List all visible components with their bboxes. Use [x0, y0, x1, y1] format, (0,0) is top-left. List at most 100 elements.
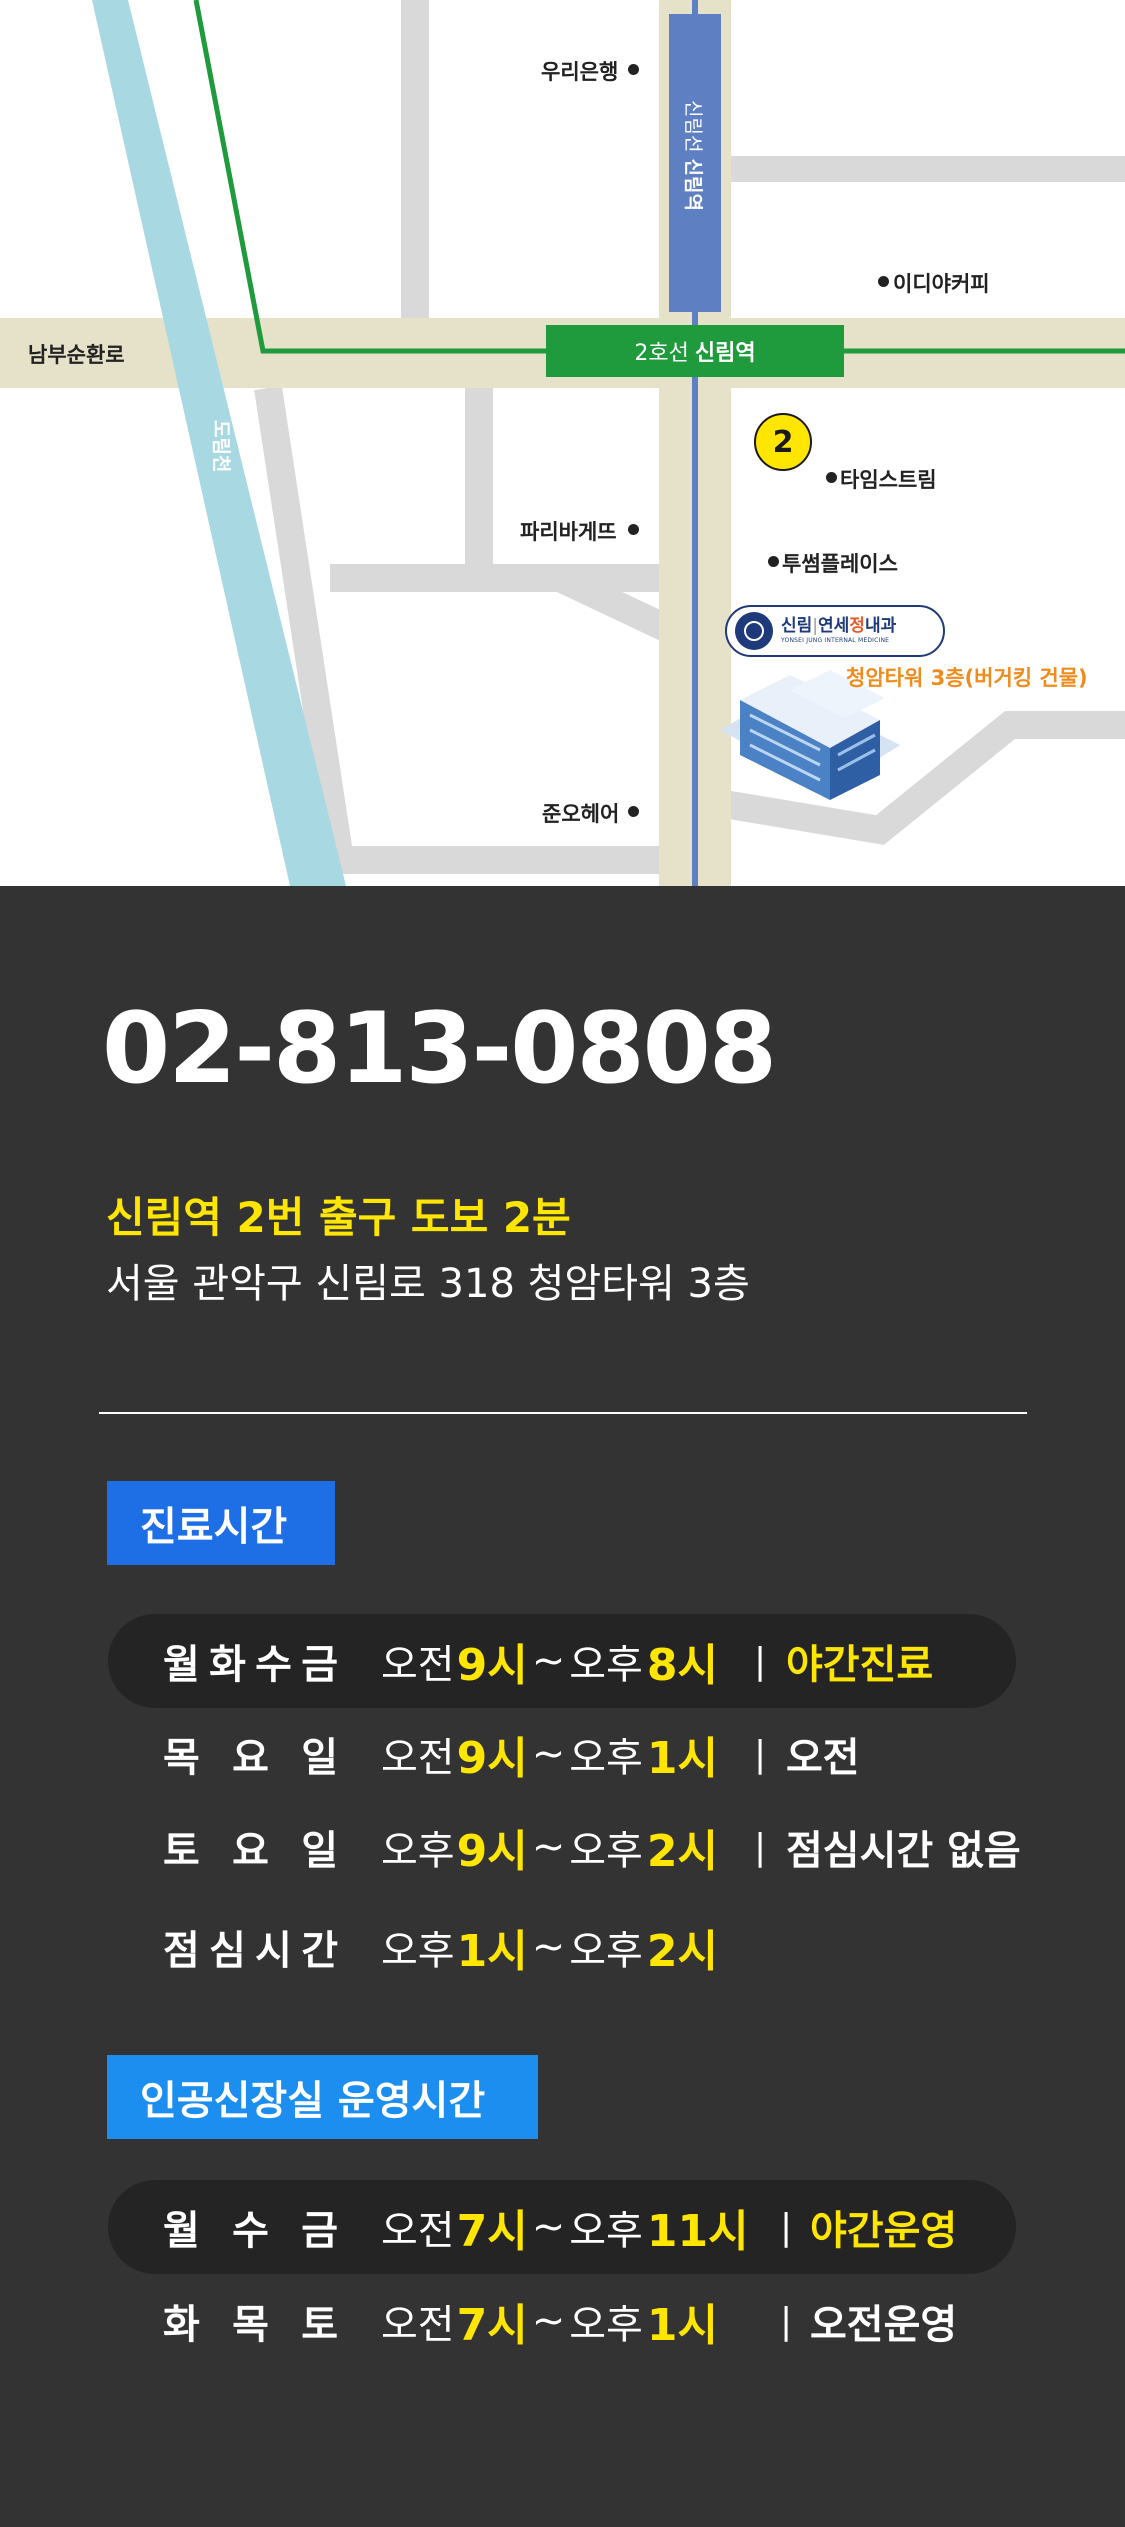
road-label-nambu: 남부순환로 [28, 343, 125, 367]
clinic-floor-label: 청암타워 3층(버거킹 건물) [846, 666, 1088, 690]
divider [99, 1412, 1027, 1414]
time-start-period: 오전 [381, 1735, 455, 1781]
landmark-dot [826, 472, 837, 483]
clinic-name-part1: 신림 [781, 616, 813, 636]
schedule-day-char: 화 [163, 2302, 200, 2348]
schedule-row: 목 요 일 오전 9시 ~ 오후 1시 | 오전 [108, 1707, 1016, 1801]
schedule-day-char: 심 [209, 1928, 246, 1974]
time-start-hour: 1시 [456, 1926, 528, 1977]
time-end-hour: 11시 [646, 2206, 749, 2257]
map-roads [0, 0, 1125, 886]
schedule-day-char: 목 [163, 1735, 200, 1781]
schedule-day-char: 요 [232, 1828, 269, 1874]
time-start-hour: 9시 [456, 1733, 528, 1784]
time-end-hour: 1시 [646, 1733, 718, 1784]
schedule-day-char: 월 [163, 2208, 200, 2254]
schedule-time: 오전 9시 ~ 오후 1시 [381, 1707, 718, 1801]
clinic-emblem-icon [735, 612, 773, 650]
schedule-day-char: 수 [232, 2208, 269, 2254]
time-start-hour: 9시 [456, 1826, 528, 1877]
phone-number[interactable]: 02-813-0808 [102, 1000, 777, 1098]
landmark-time-stream: 타임스트림 [840, 468, 937, 492]
schedule-day-char: 요 [232, 1735, 269, 1781]
clinic-name-part2b: 정 [849, 616, 865, 636]
schedule-day-char: 점 [163, 1928, 200, 1974]
landmark-juno-hair: 준오헤어 [542, 802, 620, 826]
schedule-time: 오전 7시 ~ 오후 11시 [381, 2180, 749, 2274]
schedule-day-char: 월 [163, 1642, 200, 1688]
time-start-hour: 7시 [456, 2206, 528, 2257]
time-end-period: 오후 [569, 1928, 643, 1974]
time-tilde: ~ [531, 1924, 566, 1970]
clinic-name-part2c: 내과 [864, 616, 897, 636]
landmark-woori-bank: 우리은행 [541, 60, 619, 84]
time-tilde: ~ [531, 1824, 566, 1870]
time-start-period: 오후 [381, 1828, 455, 1874]
schedule-separator: | [780, 2300, 793, 2342]
time-start-period: 오전 [381, 2208, 455, 2254]
directions-text: 신림역 2번 출구 도보 2분 [106, 1193, 571, 1242]
schedule-note: 오전운영 [810, 2302, 958, 2348]
station-line: 2호선 [634, 341, 689, 366]
schedule-day-char: 토 [301, 2302, 338, 2348]
schedule-separator: | [780, 2206, 793, 2248]
section-title-hours: 진료시간 [107, 1481, 335, 1565]
time-tilde: ~ [531, 2204, 566, 2250]
location-map[interactable]: 남부순환로 도림천 신림선 신림역 2호선 신림역 2 우리은행 이디야커피 타… [0, 0, 1125, 886]
time-end-period: 오후 [569, 1828, 643, 1874]
page: 남부순환로 도림천 신림선 신림역 2호선 신림역 2 우리은행 이디야커피 타… [0, 0, 1125, 2527]
schedule-row: 화 목 토 오전 7시 ~ 오후 1시 | 오전운영 [108, 2274, 1016, 2368]
station-label-box[interactable]: 2호선 신림역 [546, 325, 844, 377]
time-end-hour: 1시 [646, 2300, 718, 2351]
schedule-day-char: 목 [232, 2302, 269, 2348]
clinic-logo-badge[interactable]: 신림|연세정내과 YONSEI JUNG INTERNAL MEDICINE [725, 605, 945, 657]
schedule-time: 오후 1시 ~ 오후 2시 [381, 1900, 718, 1994]
schedule-time: 오후 9시 ~ 오후 2시 [381, 1800, 718, 1894]
landmark-paris-baguette: 파리바게뜨 [520, 520, 617, 544]
time-tilde: ~ [531, 2298, 566, 2344]
time-tilde: ~ [531, 1731, 566, 1777]
schedule-time: 오전 7시 ~ 오후 1시 [381, 2274, 718, 2368]
schedule-day: 토요일 [163, 1800, 338, 1894]
schedule-day: 목요일 [163, 1707, 338, 1801]
clinic-name-block: 신림|연세정내과 YONSEI JUNG INTERNAL MEDICINE [781, 618, 896, 644]
schedule-day-char: 금 [301, 1642, 338, 1688]
schedule-day-char: 일 [301, 1828, 338, 1874]
time-end-period: 오후 [569, 2208, 643, 2254]
schedule-day-char: 토 [163, 1828, 200, 1874]
stream-label: 도림천 [210, 420, 232, 473]
clinic-name-en: YONSEI JUNG INTERNAL MEDICINE [781, 637, 890, 644]
schedule-row: 토 요 일 오후 9시 ~ 오후 2시 | 점심시간 없음 [108, 1800, 1021, 1894]
landmark-twosome: 투썸플레이스 [782, 552, 898, 576]
time-start-hour: 7시 [456, 2300, 528, 2351]
schedule-time: 오전 9시 ~ 오후 8시 [381, 1614, 718, 1708]
exit-number-badge: 2 [754, 413, 812, 471]
landmark-dot [878, 276, 889, 287]
schedule-day-char: 수 [255, 1642, 292, 1688]
schedule-day: 월수금 [163, 2180, 338, 2274]
time-start-period: 오전 [381, 1642, 455, 1688]
time-end-hour: 8시 [646, 1640, 718, 1691]
schedule-day-char: 간 [301, 1928, 338, 1974]
clinic-name: 신림|연세정내과 [781, 618, 896, 635]
schedule-note: 오전 [786, 1735, 860, 1781]
schedule-note: 야간진료 [786, 1642, 934, 1688]
schedule-day: 점심시간 [163, 1900, 338, 1994]
landmark-dot [628, 806, 639, 817]
section-title-dialysis: 인공신장실 운영시간 [107, 2055, 538, 2139]
time-tilde: ~ [531, 1638, 566, 1684]
schedule-separator: | [754, 1733, 767, 1775]
schedule-note: 야간운영 [810, 2208, 958, 2254]
schedule-day: 월화수금 [163, 1614, 338, 1708]
time-end-period: 오후 [569, 1735, 643, 1781]
schedule-row: 점 심 시 간 오후 1시 ~ 오후 2시 [108, 1900, 1016, 1994]
schedule-row: 월 화 수 금 오전 9시 ~ 오후 8시 | 야간진료 [108, 1614, 1016, 1708]
clinic-name-part2a: 연세 [818, 616, 850, 636]
landmark-dot [628, 524, 639, 535]
shillim-line-station: 신림역 [682, 158, 704, 211]
schedule-separator: | [754, 1826, 767, 1868]
time-end-period: 오후 [569, 1642, 643, 1688]
landmark-dot [768, 556, 779, 567]
schedule-day-char: 시 [255, 1928, 292, 1974]
schedule-day-char: 화 [209, 1642, 246, 1688]
